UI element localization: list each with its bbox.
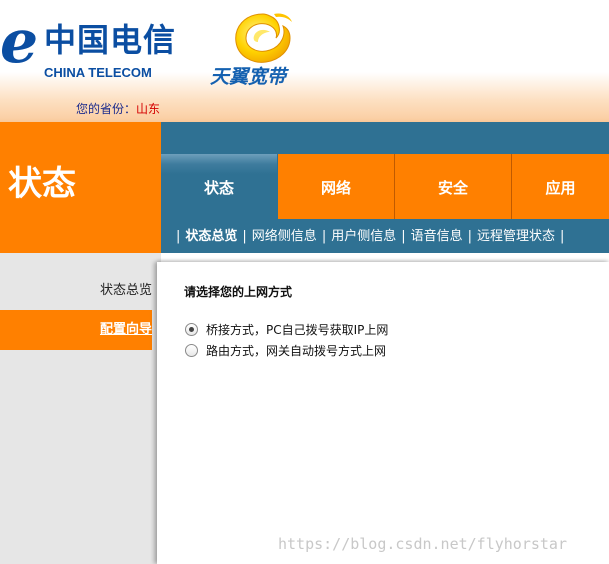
- province-info: 您的省份：山东: [76, 101, 160, 117]
- route-mode-label: 路由方式，网关自动拨号方式上网: [206, 344, 387, 358]
- sidebar: 状态总览 配置向导: [0, 253, 161, 564]
- telecom-chinese-name: 中国电信: [44, 21, 177, 59]
- sidebar-item-config-wizard[interactable]: 配置向导: [0, 310, 152, 350]
- tab-application[interactable]: 应用: [511, 154, 609, 219]
- subnav-user-info[interactable]: 用户侧信息: [331, 229, 396, 244]
- header: e 中国电信 CHINA TELECOM 天翼宽带 您的省份：山东: [0, 0, 609, 122]
- subnav-network-info[interactable]: 网络侧信息: [252, 229, 317, 244]
- tianyi-text: 天翼宽带: [210, 66, 287, 88]
- sub-nav: | 状态总览 | 网络侧信息 | 用户侧信息 | 语音信息 | 远程管理状态 |: [176, 229, 565, 244]
- section-title-panel: 状态: [0, 122, 161, 253]
- section-title: 状态: [8, 164, 76, 204]
- telecom-english-name: CHINA TELECOM: [44, 65, 152, 80]
- province-label: 您的省份：: [76, 102, 137, 116]
- content-panel: 请选择您的上网方式 桥接方式，PC自己拨号获取IP上网 路由方式，网关自动拨号方…: [157, 262, 609, 564]
- sidebar-item-status-overview[interactable]: 状态总览: [0, 271, 152, 311]
- bridge-mode-label: 桥接方式，PC自己拨号获取IP上网: [206, 323, 389, 337]
- tab-network[interactable]: 网络: [278, 154, 394, 219]
- route-mode-radio[interactable]: [185, 344, 198, 357]
- subnav-voice-info[interactable]: 语音信息: [411, 229, 463, 244]
- tianyi-broadband-logo: 天翼宽带: [208, 10, 308, 90]
- china-telecom-logo: e 中国电信 CHINA TELECOM: [0, 7, 190, 84]
- bridge-mode-option[interactable]: 桥接方式，PC自己拨号获取IP上网: [185, 321, 388, 339]
- telecom-e-symbol: e: [0, 7, 39, 77]
- tab-security[interactable]: 安全: [394, 154, 511, 219]
- tianyi-swirl-icon: [235, 13, 292, 63]
- tab-status[interactable]: 状态: [161, 154, 277, 219]
- province-value: 山东: [136, 102, 161, 116]
- subnav-status-overview[interactable]: 状态总览: [185, 229, 237, 244]
- connection-mode-prompt: 请选择您的上网方式: [184, 285, 293, 299]
- subnav-remote-mgmt-status[interactable]: 远程管理状态: [477, 229, 555, 244]
- route-mode-option[interactable]: 路由方式，网关自动拨号方式上网: [185, 342, 386, 360]
- watermark: https://blog.csdn.net/flyhorstar: [278, 535, 567, 553]
- main-nav: 状态 网络 安全 应用 | 状态总览 | 网络侧信息 | 用户侧信息 | 语音信息 | 远程管理状…: [161, 122, 609, 253]
- bridge-mode-radio[interactable]: [185, 323, 198, 336]
